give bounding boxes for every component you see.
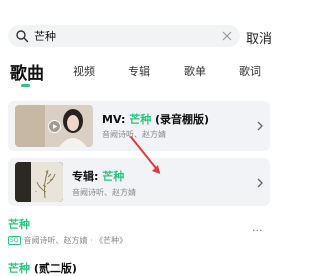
song-title-suffix: (贰二版) <box>30 262 77 275</box>
active-tab-indicator <box>21 84 30 87</box>
clear-icon[interactable] <box>220 29 234 43</box>
album-title-keyword: 芒种 <box>102 170 125 183</box>
album-cover: · <box>15 162 63 202</box>
mv-thumbnail <box>15 105 93 147</box>
cancel-button[interactable]: 取消 <box>246 28 272 47</box>
mv-title-suffix: (录音棚版) <box>151 113 210 126</box>
search-input[interactable]: 芒种 <box>8 25 240 47</box>
tab-lyrics[interactable]: 歌词 <box>239 63 261 79</box>
album-artists: 音阙诗听、赵方婧 <box>72 188 136 197</box>
song-row[interactable]: 芒种 (贰二版) <box>8 260 276 275</box>
tab-playlists[interactable]: 歌单 <box>184 63 206 79</box>
more-options-icon[interactable]: ··· <box>252 224 263 237</box>
search-icon <box>16 30 29 43</box>
chevron-right-icon <box>257 121 263 131</box>
play-icon[interactable] <box>48 120 61 133</box>
tab-songs[interactable]: 歌曲 <box>10 59 44 84</box>
sq-quality-badge: SQ <box>8 236 21 245</box>
song-meta: SQ 音阙诗听、赵方婧 · 《芒种》 <box>8 235 127 246</box>
song-title: 芒种 <box>8 218 30 231</box>
album-title-prefix: 专辑: <box>72 170 103 183</box>
annotation-arrow <box>130 136 160 174</box>
mv-title: MV: 芒种 (录音棚版) <box>102 111 209 127</box>
song-title-keyword: 芒种 <box>8 262 30 275</box>
song-row[interactable]: 芒种 SQ 音阙诗听、赵方婧 · 《芒种》 ··· <box>8 216 276 248</box>
tab-videos[interactable]: 视频 <box>73 63 95 79</box>
search-query-text: 芒种 <box>34 30 56 43</box>
song-artists: 音阙诗听、赵方婧 · 《芒种》 <box>23 236 128 245</box>
svg-text:·: · <box>35 189 37 196</box>
chevron-right-icon <box>257 178 263 188</box>
tab-albums[interactable]: 专辑 <box>128 63 150 79</box>
mv-title-prefix: MV: <box>102 113 130 126</box>
album-title: 专辑: 芒种 <box>72 168 124 184</box>
mv-title-keyword: 芒种 <box>129 113 152 126</box>
